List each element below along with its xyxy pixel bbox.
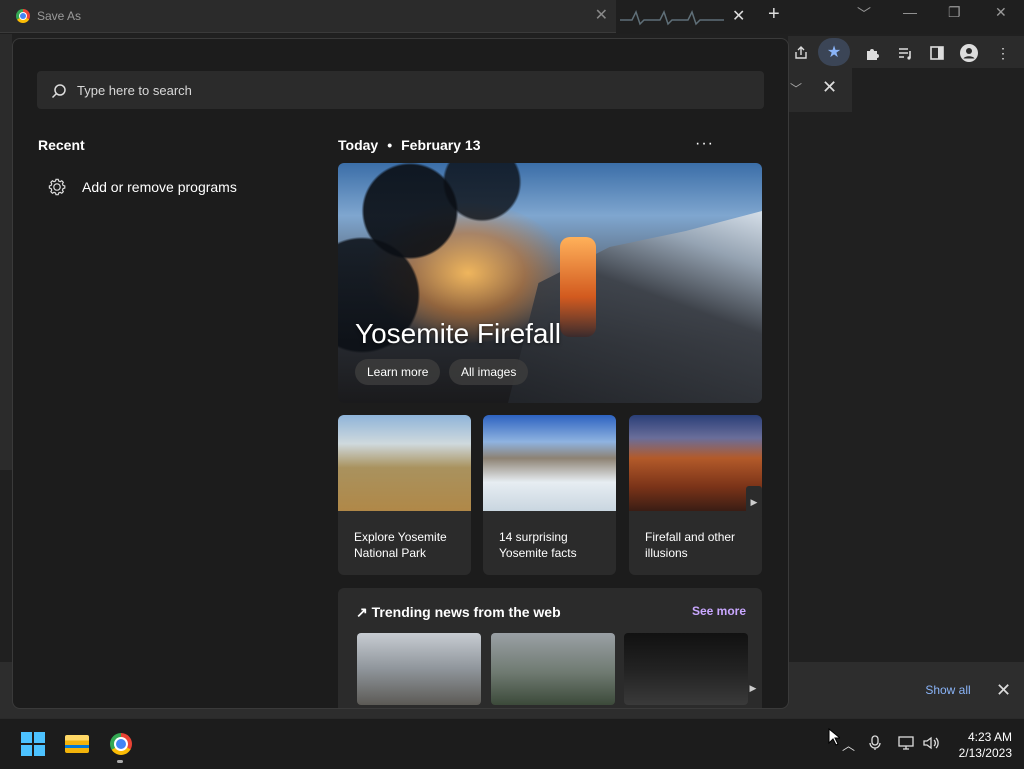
trending-heading: ↗ Trending news from the web [356, 604, 561, 621]
more-options-icon[interactable]: ··· [695, 135, 714, 153]
download-bar-close-button[interactable]: ✕ [996, 680, 1011, 701]
new-tab-button[interactable]: + [768, 3, 780, 26]
tile-firefall-illusions[interactable]: Firefall and other illusions [629, 415, 762, 575]
running-indicator [117, 760, 123, 763]
bookmark-popup-close-button[interactable]: ✕ [822, 77, 837, 98]
volume-icon[interactable] [922, 735, 940, 754]
chrome-icon[interactable] [108, 731, 134, 757]
all-images-button[interactable]: All images [449, 359, 529, 385]
side-panel-icon[interactable] [928, 44, 946, 62]
trending-up-icon: ↗ [356, 604, 368, 620]
tiles-next-arrow-icon[interactable]: ▶ [746, 486, 762, 518]
profile-avatar-icon[interactable] [960, 44, 978, 62]
mouse-cursor-icon [828, 728, 840, 746]
recent-heading: Recent [38, 137, 85, 153]
tray-overflow-chevron-icon[interactable]: ︿ [842, 735, 855, 754]
news-thumbnail[interactable] [491, 633, 615, 705]
system-clock[interactable]: 4:23 AM 2/13/2023 [948, 729, 1012, 761]
hero-title: Yosemite Firefall [355, 318, 561, 349]
news-next-arrow-icon[interactable]: ▶ [745, 672, 761, 704]
today-separator: • [387, 137, 393, 153]
chrome-logo-icon [16, 9, 30, 23]
tile-explore-yosemite[interactable]: Explore Yosemite National Park [338, 415, 471, 575]
tab-search-button[interactable]: ﹀ [857, 4, 871, 24]
news-thumbnail[interactable] [357, 633, 481, 705]
search-placeholder: Type here to search [77, 82, 192, 98]
save-as-dialog-titlebar: Save As ✕ [0, 0, 616, 33]
tab-close-button[interactable]: ✕ [732, 6, 745, 26]
taskbar: ︿ 4:23 AM 2/13/2023 [0, 718, 1024, 769]
today-header: Today • February 13 [338, 137, 480, 153]
save-as-close-button[interactable]: ✕ [595, 5, 608, 25]
gear-icon [45, 175, 69, 199]
today-label: Today [338, 137, 379, 153]
trending-news-card: ↗ Trending news from the web See more ▶ [338, 588, 762, 708]
minimize-button[interactable]: — [903, 4, 917, 20]
tile-caption: 14 surprising Yosemite facts [499, 530, 577, 560]
recent-item-label: Add or remove programs [82, 179, 237, 195]
learn-more-button[interactable]: Learn more [355, 359, 441, 385]
media-control-icon[interactable] [896, 44, 914, 62]
hero-card-yosemite-firefall[interactable]: Yosemite Firefall Learn more All images [338, 163, 762, 403]
recent-item-add-remove-programs[interactable]: Add or remove programs [45, 173, 237, 201]
file-explorer-icon[interactable] [64, 731, 90, 757]
chrome-logo-icon [110, 733, 132, 755]
tile-caption: Explore Yosemite National Park [354, 530, 447, 560]
microphone-icon[interactable] [868, 735, 882, 754]
tile-image-elk [338, 415, 471, 511]
chevron-down-icon[interactable]: ﹀ [790, 80, 802, 97]
close-window-button[interactable]: ✕ [995, 4, 1007, 21]
share-icon[interactable] [792, 44, 810, 62]
trending-heading-label: Trending news from the web [371, 604, 561, 620]
bookmark-star-icon[interactable]: ★ [818, 38, 850, 66]
search-icon [51, 83, 66, 99]
save-as-title: Save As [37, 9, 82, 23]
today-date: February 13 [401, 137, 481, 153]
bookmark-popup: ﹀ ✕ [788, 68, 852, 112]
background-window-edge [0, 34, 12, 470]
start-icon[interactable] [20, 731, 46, 757]
chrome-menu-icon[interactable]: ⋮ [994, 44, 1012, 62]
clock-date: 2/13/2023 [958, 746, 1012, 760]
news-thumbnail[interactable] [624, 633, 748, 705]
show-all-downloads-button[interactable]: Show all [912, 674, 984, 706]
tab-activity-icon [620, 10, 724, 26]
tile-caption: Firefall and other illusions [645, 530, 736, 560]
windows-logo-icon [21, 732, 45, 756]
start-search-panel: Type here to search Recent Add or remove… [12, 38, 789, 709]
see-more-link[interactable]: See more [692, 604, 746, 618]
network-icon[interactable] [898, 735, 916, 754]
clock-time: 4:23 AM [967, 730, 1012, 744]
search-box[interactable]: Type here to search [37, 71, 764, 109]
maximize-button[interactable]: ❐ [948, 4, 961, 21]
tile-yosemite-facts[interactable]: 14 surprising Yosemite facts [483, 415, 616, 575]
tile-image-valley [483, 415, 616, 511]
tile-image-firefall [629, 415, 762, 511]
extensions-icon[interactable] [864, 44, 882, 62]
folder-icon [65, 735, 89, 753]
